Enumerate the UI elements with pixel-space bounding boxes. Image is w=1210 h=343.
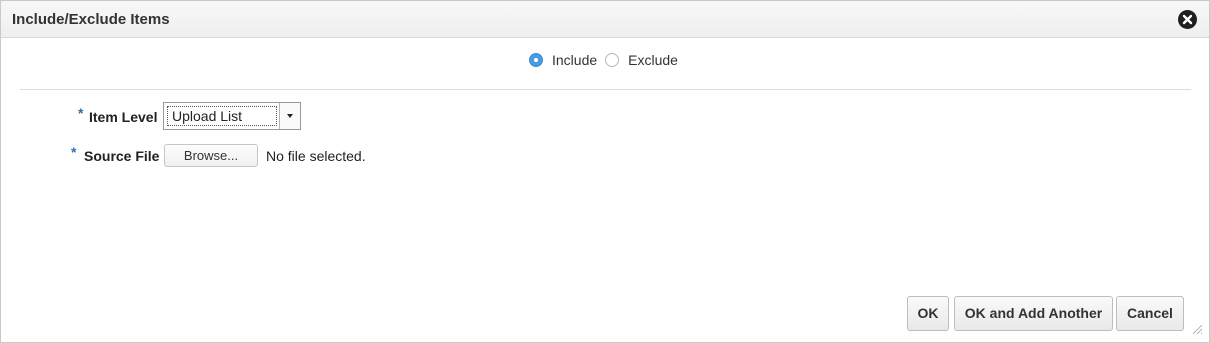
dialog-titlebar: Include/Exclude Items xyxy=(1,1,1209,38)
close-icon[interactable] xyxy=(1178,10,1197,29)
file-status-text: No file selected. xyxy=(266,148,366,164)
exclude-radio[interactable] xyxy=(605,53,620,67)
item-level-select[interactable]: Upload List xyxy=(163,102,301,130)
ok-and-add-another-button[interactable]: OK and Add Another xyxy=(954,296,1113,331)
include-exclude-radio-group: Include Exclude xyxy=(529,51,686,69)
item-level-required-marker: * xyxy=(78,105,84,121)
browse-button[interactable]: Browse... xyxy=(164,144,258,167)
source-file-label: Source File xyxy=(84,148,160,164)
source-file-required-marker: * xyxy=(71,144,77,160)
ok-button[interactable]: OK xyxy=(907,296,949,331)
chevron-down-icon[interactable] xyxy=(279,103,300,129)
divider xyxy=(20,89,1191,90)
dialog-title: Include/Exclude Items xyxy=(12,11,170,28)
include-radio[interactable] xyxy=(529,53,543,67)
include-radio-label[interactable]: Include xyxy=(552,52,597,68)
item-level-select-value: Upload List xyxy=(167,106,277,126)
item-level-label: Item Level xyxy=(89,109,158,125)
resize-grip-icon[interactable] xyxy=(1191,323,1203,335)
cancel-button[interactable]: Cancel xyxy=(1116,296,1184,331)
exclude-radio-label[interactable]: Exclude xyxy=(628,52,678,68)
include-exclude-dialog: Include/Exclude Items Include Exclude * … xyxy=(0,0,1210,343)
